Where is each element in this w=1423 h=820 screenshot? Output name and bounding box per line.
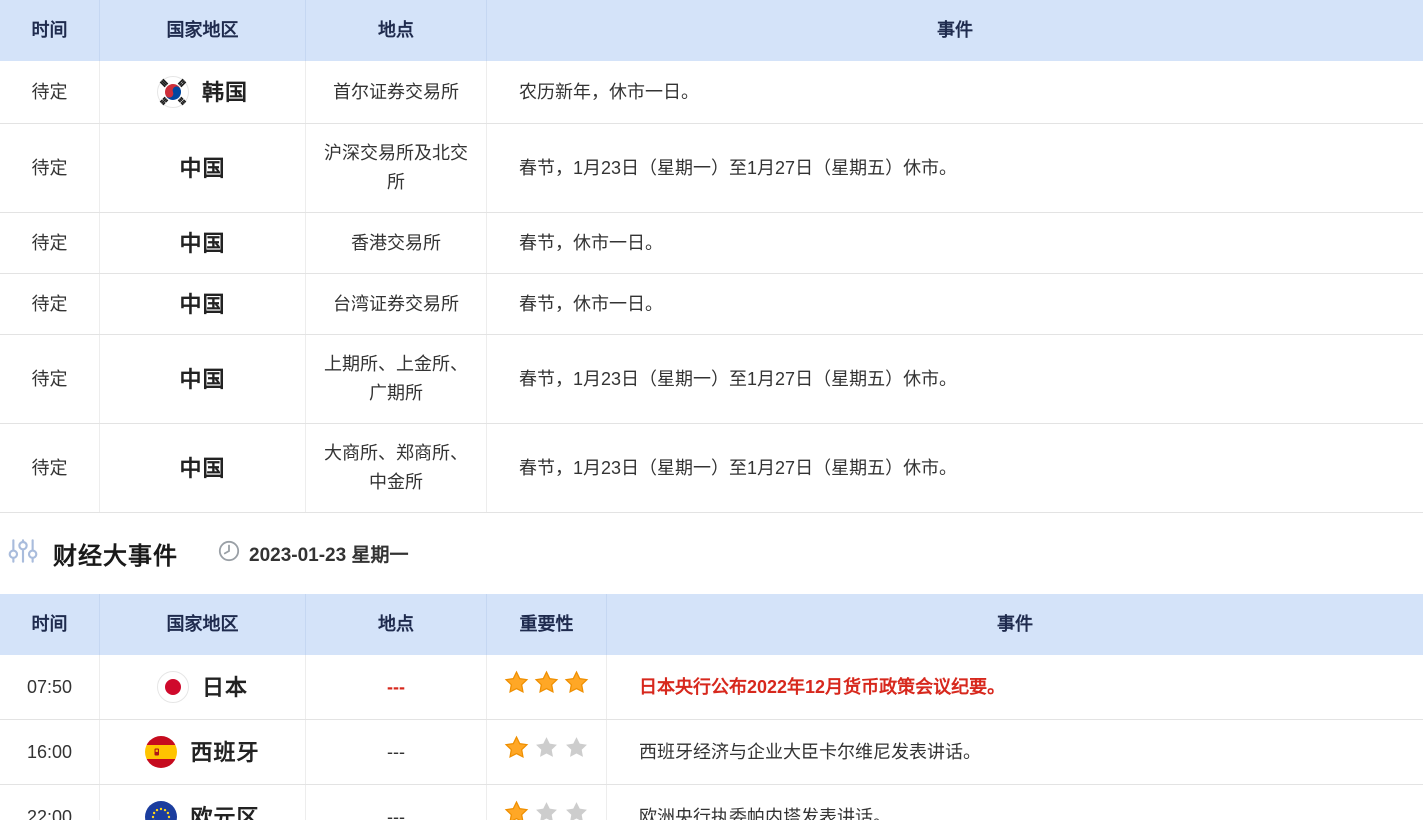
- importance-cell: [487, 785, 607, 820]
- star-icon: [534, 735, 559, 769]
- location-cell: 首尔证券交易所: [306, 61, 487, 123]
- time-cell: 待定: [0, 124, 100, 212]
- location-cell: ---: [306, 655, 487, 719]
- location-cell: 大商所、郑商所、中金所: [306, 424, 487, 512]
- event-cell: 日本央行公布2022年12月货币政策会议纪要。: [607, 655, 1423, 719]
- table-row: 待定 中国 台湾证券交易所 春节，休市一日。: [0, 274, 1423, 335]
- holiday-table-header: 时间 国家地区 地点 事件: [0, 0, 1423, 61]
- table-row: 07:50 日本 ---: [0, 655, 1423, 720]
- location-cell: ---: [306, 720, 487, 784]
- japan-flag-icon: [157, 671, 189, 703]
- country-name: 中国: [179, 154, 225, 183]
- table-row: 待定 中国 大商所、郑商所、中金所 春节，1月23日（星期一）至1月27日（星期…: [0, 424, 1423, 513]
- country-name: 日本: [202, 673, 248, 702]
- events-table: 时间 国家地区 地点 重要性 事件 07:50 日本 ---: [0, 594, 1423, 820]
- country-cell: 西班牙: [100, 720, 306, 784]
- time-cell: 待定: [0, 61, 100, 123]
- star-icon: [534, 670, 559, 704]
- country-name: 西班牙: [190, 738, 259, 767]
- header-time: 时间: [0, 594, 100, 655]
- country-name: 中国: [179, 365, 225, 394]
- event-cell: 西班牙经济与企业大臣卡尔维尼发表讲话。: [607, 720, 1423, 784]
- country-cell: 中国: [100, 274, 306, 334]
- section-date: 2023-01-23 星期一: [249, 540, 408, 567]
- table-row: 待定: [0, 61, 1423, 124]
- event-cell: 欧洲央行执委帕内塔发表讲话。: [607, 785, 1423, 820]
- location-cell: 香港交易所: [306, 213, 487, 273]
- time-cell: 待定: [0, 213, 100, 273]
- time-cell: 待定: [0, 335, 100, 423]
- events-section-header: 财经大事件 2023-01-23 星期一: [0, 513, 1423, 594]
- time-cell: 待定: [0, 274, 100, 334]
- table-row: 待定 中国 香港交易所 春节，休市一日。: [0, 213, 1423, 274]
- country-cell: 中国: [100, 335, 306, 423]
- country-cell: 中国: [100, 124, 306, 212]
- header-location: 地点: [306, 0, 487, 61]
- location-cell: 上期所、上金所、广期所: [306, 335, 487, 423]
- country-cell: 中国: [100, 213, 306, 273]
- header-importance: 重要性: [487, 594, 607, 655]
- star-icon: [504, 800, 529, 820]
- country-name: 欧元区: [190, 803, 259, 820]
- country-cell: 欧元区: [100, 785, 306, 820]
- country-cell: 日本: [100, 655, 306, 719]
- star-icon: [564, 670, 589, 704]
- country-name: 中国: [179, 290, 225, 319]
- header-event: 事件: [607, 594, 1423, 655]
- star-icon: [564, 800, 589, 820]
- importance-cell: [487, 720, 607, 784]
- country-cell: 韩国: [100, 61, 306, 123]
- event-cell: 春节，1月23日（星期一）至1月27日（星期五）休市。: [487, 424, 1423, 512]
- financial-calendar-page: 时间 国家地区 地点 事件 待定: [0, 0, 1423, 820]
- table-row: 22:00 欧元区 ---: [0, 785, 1423, 820]
- event-cell: 春节，休市一日。: [487, 274, 1423, 334]
- header-event: 事件: [487, 0, 1423, 61]
- time-cell: 07:50: [0, 655, 100, 719]
- holiday-table: 时间 国家地区 地点 事件 待定: [0, 0, 1423, 513]
- spain-flag-icon: [145, 736, 177, 768]
- star-icon: [564, 735, 589, 769]
- sliders-icon: [8, 536, 38, 571]
- korea-flag-icon: [157, 76, 189, 108]
- country-name: 中国: [179, 229, 225, 258]
- location-cell: 沪深交易所及北交所: [306, 124, 487, 212]
- clock-icon: [218, 540, 240, 567]
- header-country: 国家地区: [100, 0, 306, 61]
- header-country: 国家地区: [100, 594, 306, 655]
- table-row: 待定 中国 上期所、上金所、广期所 春节，1月23日（星期一）至1月27日（星期…: [0, 335, 1423, 424]
- star-icon: [534, 800, 559, 820]
- importance-stars: [504, 800, 589, 820]
- event-cell: 春节，1月23日（星期一）至1月27日（星期五）休市。: [487, 335, 1423, 423]
- location-cell: 台湾证券交易所: [306, 274, 487, 334]
- event-cell: 春节，1月23日（星期一）至1月27日（星期五）休市。: [487, 124, 1423, 212]
- table-row: 16:00: [0, 720, 1423, 785]
- section-title: 财经大事件: [53, 536, 178, 571]
- importance-stars: [504, 670, 589, 704]
- table-row: 待定 中国 沪深交易所及北交所 春节，1月23日（星期一）至1月27日（星期五）…: [0, 124, 1423, 213]
- importance-cell: [487, 655, 607, 719]
- header-time: 时间: [0, 0, 100, 61]
- star-icon: [504, 670, 529, 704]
- header-location: 地点: [306, 594, 487, 655]
- time-cell: 16:00: [0, 720, 100, 784]
- importance-stars: [504, 735, 589, 769]
- country-cell: 中国: [100, 424, 306, 512]
- event-cell: 春节，休市一日。: [487, 213, 1423, 273]
- location-cell: ---: [306, 785, 487, 820]
- country-name: 韩国: [202, 78, 248, 107]
- star-icon: [504, 735, 529, 769]
- time-cell: 22:00: [0, 785, 100, 820]
- eu-flag-icon: [145, 801, 177, 820]
- event-cell: 农历新年，休市一日。: [487, 61, 1423, 123]
- events-table-header: 时间 国家地区 地点 重要性 事件: [0, 594, 1423, 655]
- time-cell: 待定: [0, 424, 100, 512]
- country-name: 中国: [179, 454, 225, 483]
